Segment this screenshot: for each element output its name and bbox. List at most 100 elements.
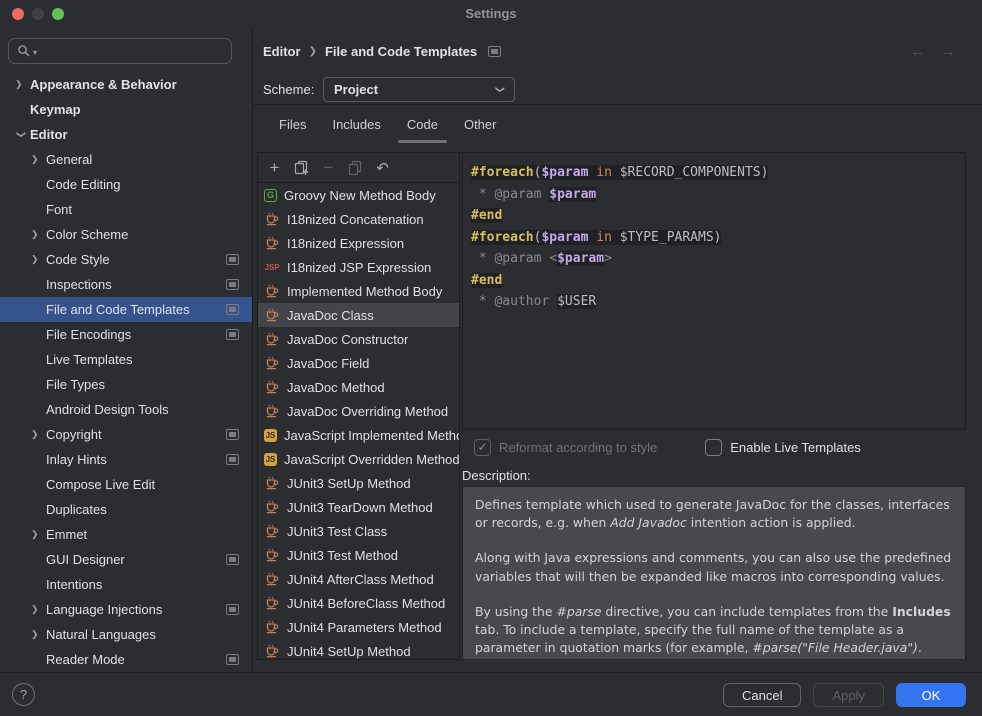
tab-code[interactable]: Code [394, 105, 451, 143]
template-item-groovy-new-method-body[interactable]: GGroovy New Method Body [258, 183, 459, 207]
template-item-junit4-parameters-method[interactable]: JUnit4 Parameters Method [258, 615, 459, 639]
breadcrumb-section[interactable]: Editor [263, 44, 301, 59]
description-box[interactable]: Defines template which used to generate … [462, 486, 966, 660]
sidebar-item-label: Duplicates [46, 502, 107, 517]
forward-arrow-icon[interactable]: → [941, 43, 956, 60]
chevron-right-icon[interactable]: ❯ [28, 429, 46, 440]
template-item-implemented-method-body[interactable]: Implemented Method Body [258, 279, 459, 303]
template-item-junit4-beforeclass-method[interactable]: JUnit4 BeforeClass Method [258, 591, 459, 615]
template-item-javadoc-constructor[interactable]: JavaDoc Constructor [258, 327, 459, 351]
description-label: Description: [462, 468, 531, 483]
template-item-javascript-overridden-method-body[interactable]: JSJavaScript Overridden Method Body [258, 447, 459, 471]
checkbox-unchecked-icon[interactable] [705, 439, 722, 456]
template-item-label: JUnit4 AfterClass Method [287, 572, 434, 587]
sidebar-item-duplicates[interactable]: Duplicates [0, 497, 252, 522]
tab-includes[interactable]: Includes [319, 105, 393, 143]
sidebar-item-label: Live Templates [46, 352, 132, 367]
chevron-right-icon[interactable]: ❯ [28, 229, 46, 240]
code-line: #foreach($param in $TYPE_PARAMS) [471, 227, 961, 249]
sidebar-item-keymap[interactable]: Keymap [0, 97, 252, 122]
chevron-right-icon[interactable]: ❯ [28, 254, 46, 265]
chevron-right-icon[interactable]: ❯ [28, 629, 46, 640]
chevron-down-icon[interactable]: ❯ [16, 126, 27, 144]
sidebar-item-file-types[interactable]: File Types [0, 372, 252, 397]
sidebar-item-label: Intentions [46, 577, 102, 592]
template-item-junit3-test-method[interactable]: JUnit3 Test Method [258, 543, 459, 567]
template-item-junit3-setup-method[interactable]: JUnit3 SetUp Method [258, 471, 459, 495]
template-item-i18nized-concatenation[interactable]: I18nized Concatenation [258, 207, 459, 231]
sidebar-item-reader-mode[interactable]: Reader Mode [0, 647, 252, 672]
java-file-icon [264, 284, 280, 298]
description-text: Defines template which used to generate … [475, 496, 953, 660]
editor-settings-icon [226, 429, 239, 440]
back-arrow-icon[interactable]: ← [910, 43, 925, 60]
search-icon [17, 44, 31, 58]
java-file-icon [264, 332, 280, 346]
chevron-right-icon[interactable]: ❯ [28, 604, 46, 615]
scheme-value: Project [334, 82, 496, 97]
ok-button[interactable]: OK [896, 683, 966, 707]
sidebar-item-code-style[interactable]: ❯Code Style [0, 247, 252, 272]
create-template-icon[interactable]: + [266, 159, 283, 176]
template-item-label: JUnit4 Parameters Method [287, 620, 442, 635]
sidebar-item-label: Code Style [46, 252, 110, 267]
sidebar-item-file-and-code-templates[interactable]: File and Code Templates [0, 297, 252, 322]
template-item-javadoc-overriding-method[interactable]: JavaDoc Overriding Method [258, 399, 459, 423]
template-item-junit4-setup-method[interactable]: JUnit4 SetUp Method [258, 639, 459, 659]
sidebar-item-file-encodings[interactable]: File Encodings [0, 322, 252, 347]
reset-to-default-icon[interactable]: ↶ [374, 159, 391, 176]
sidebar-item-label: Language Injections [46, 602, 162, 617]
template-item-junit3-test-class[interactable]: JUnit3 Test Class [258, 519, 459, 543]
template-item-label: I18nized Concatenation [287, 212, 424, 227]
template-item-label: JUnit4 BeforeClass Method [287, 596, 445, 611]
sidebar-item-inspections[interactable]: Inspections [0, 272, 252, 297]
template-item-javascript-implemented-method-body[interactable]: JSJavaScript Implemented Method Body [258, 423, 459, 447]
sidebar-item-font[interactable]: Font [0, 197, 252, 222]
jsp-file-icon: JSP [264, 260, 280, 274]
sidebar-item-android-design-tools[interactable]: Android Design Tools [0, 397, 252, 422]
sidebar-item-editor[interactable]: ❯Editor [0, 122, 252, 147]
template-editor[interactable]: #foreach($param in $RECORD_COMPONENTS) *… [462, 152, 966, 430]
tab-other[interactable]: Other [451, 105, 510, 143]
template-item-javadoc-class[interactable]: JavaDoc Class [258, 303, 459, 327]
sidebar-item-live-templates[interactable]: Live Templates [0, 347, 252, 372]
sidebar-item-color-scheme[interactable]: ❯Color Scheme [0, 222, 252, 247]
template-item-junit3-teardown-method[interactable]: JUnit3 TearDown Method [258, 495, 459, 519]
search-input[interactable] [39, 44, 223, 59]
cancel-button[interactable]: Cancel [723, 683, 801, 707]
sidebar-item-gui-designer[interactable]: GUI Designer [0, 547, 252, 572]
template-item-javadoc-method[interactable]: JavaDoc Method [258, 375, 459, 399]
sidebar-item-copyright[interactable]: ❯Copyright [0, 422, 252, 447]
sidebar-item-intentions[interactable]: Intentions [0, 572, 252, 597]
java-file-icon [264, 620, 280, 634]
help-button[interactable]: ? [12, 683, 35, 706]
sidebar-item-label: Font [46, 202, 72, 217]
sidebar-item-general[interactable]: ❯General [0, 147, 252, 172]
sidebar-item-label: File Encodings [46, 327, 131, 342]
template-item-javadoc-field[interactable]: JavaDoc Field [258, 351, 459, 375]
settings-content: Editor ❯ File and Code Templates ← → Sch… [254, 28, 982, 672]
template-item-i18nized-jsp-expression[interactable]: JSPI18nized JSP Expression [258, 255, 459, 279]
editor-settings-icon [226, 554, 239, 565]
sidebar-item-emmet[interactable]: ❯Emmet [0, 522, 252, 547]
enable-live-templates-checkbox[interactable]: Enable Live Templates [705, 439, 861, 456]
chevron-right-icon[interactable]: ❯ [28, 529, 46, 540]
sidebar-item-appearance-behavior[interactable]: ❯Appearance & Behavior [0, 72, 252, 97]
sidebar-item-inlay-hints[interactable]: Inlay Hints [0, 447, 252, 472]
template-item-junit4-afterclass-method[interactable]: JUnit4 AfterClass Method [258, 567, 459, 591]
chevron-right-icon[interactable]: ❯ [28, 154, 46, 165]
sidebar-item-language-injections[interactable]: ❯Language Injections [0, 597, 252, 622]
sidebar-item-compose-live-edit[interactable]: Compose Live Edit [0, 472, 252, 497]
chevron-right-icon[interactable]: ❯ [12, 79, 30, 90]
sidebar-item-natural-languages[interactable]: ❯Natural Languages [0, 622, 252, 647]
create-child-template-icon[interactable] [293, 159, 310, 176]
template-item-i18nized-expression[interactable]: I18nized Expression [258, 231, 459, 255]
settings-search[interactable]: ▾ [8, 38, 232, 64]
scheme-select[interactable]: Project ❯ [323, 77, 515, 102]
editor-settings-icon [488, 46, 501, 57]
sidebar-item-code-editing[interactable]: Code Editing [0, 172, 252, 197]
tab-files[interactable]: Files [266, 105, 319, 143]
search-options-caret-icon[interactable]: ▾ [33, 48, 37, 57]
code-line: * @param <$param> [471, 248, 961, 270]
editor-settings-icon [226, 329, 239, 340]
